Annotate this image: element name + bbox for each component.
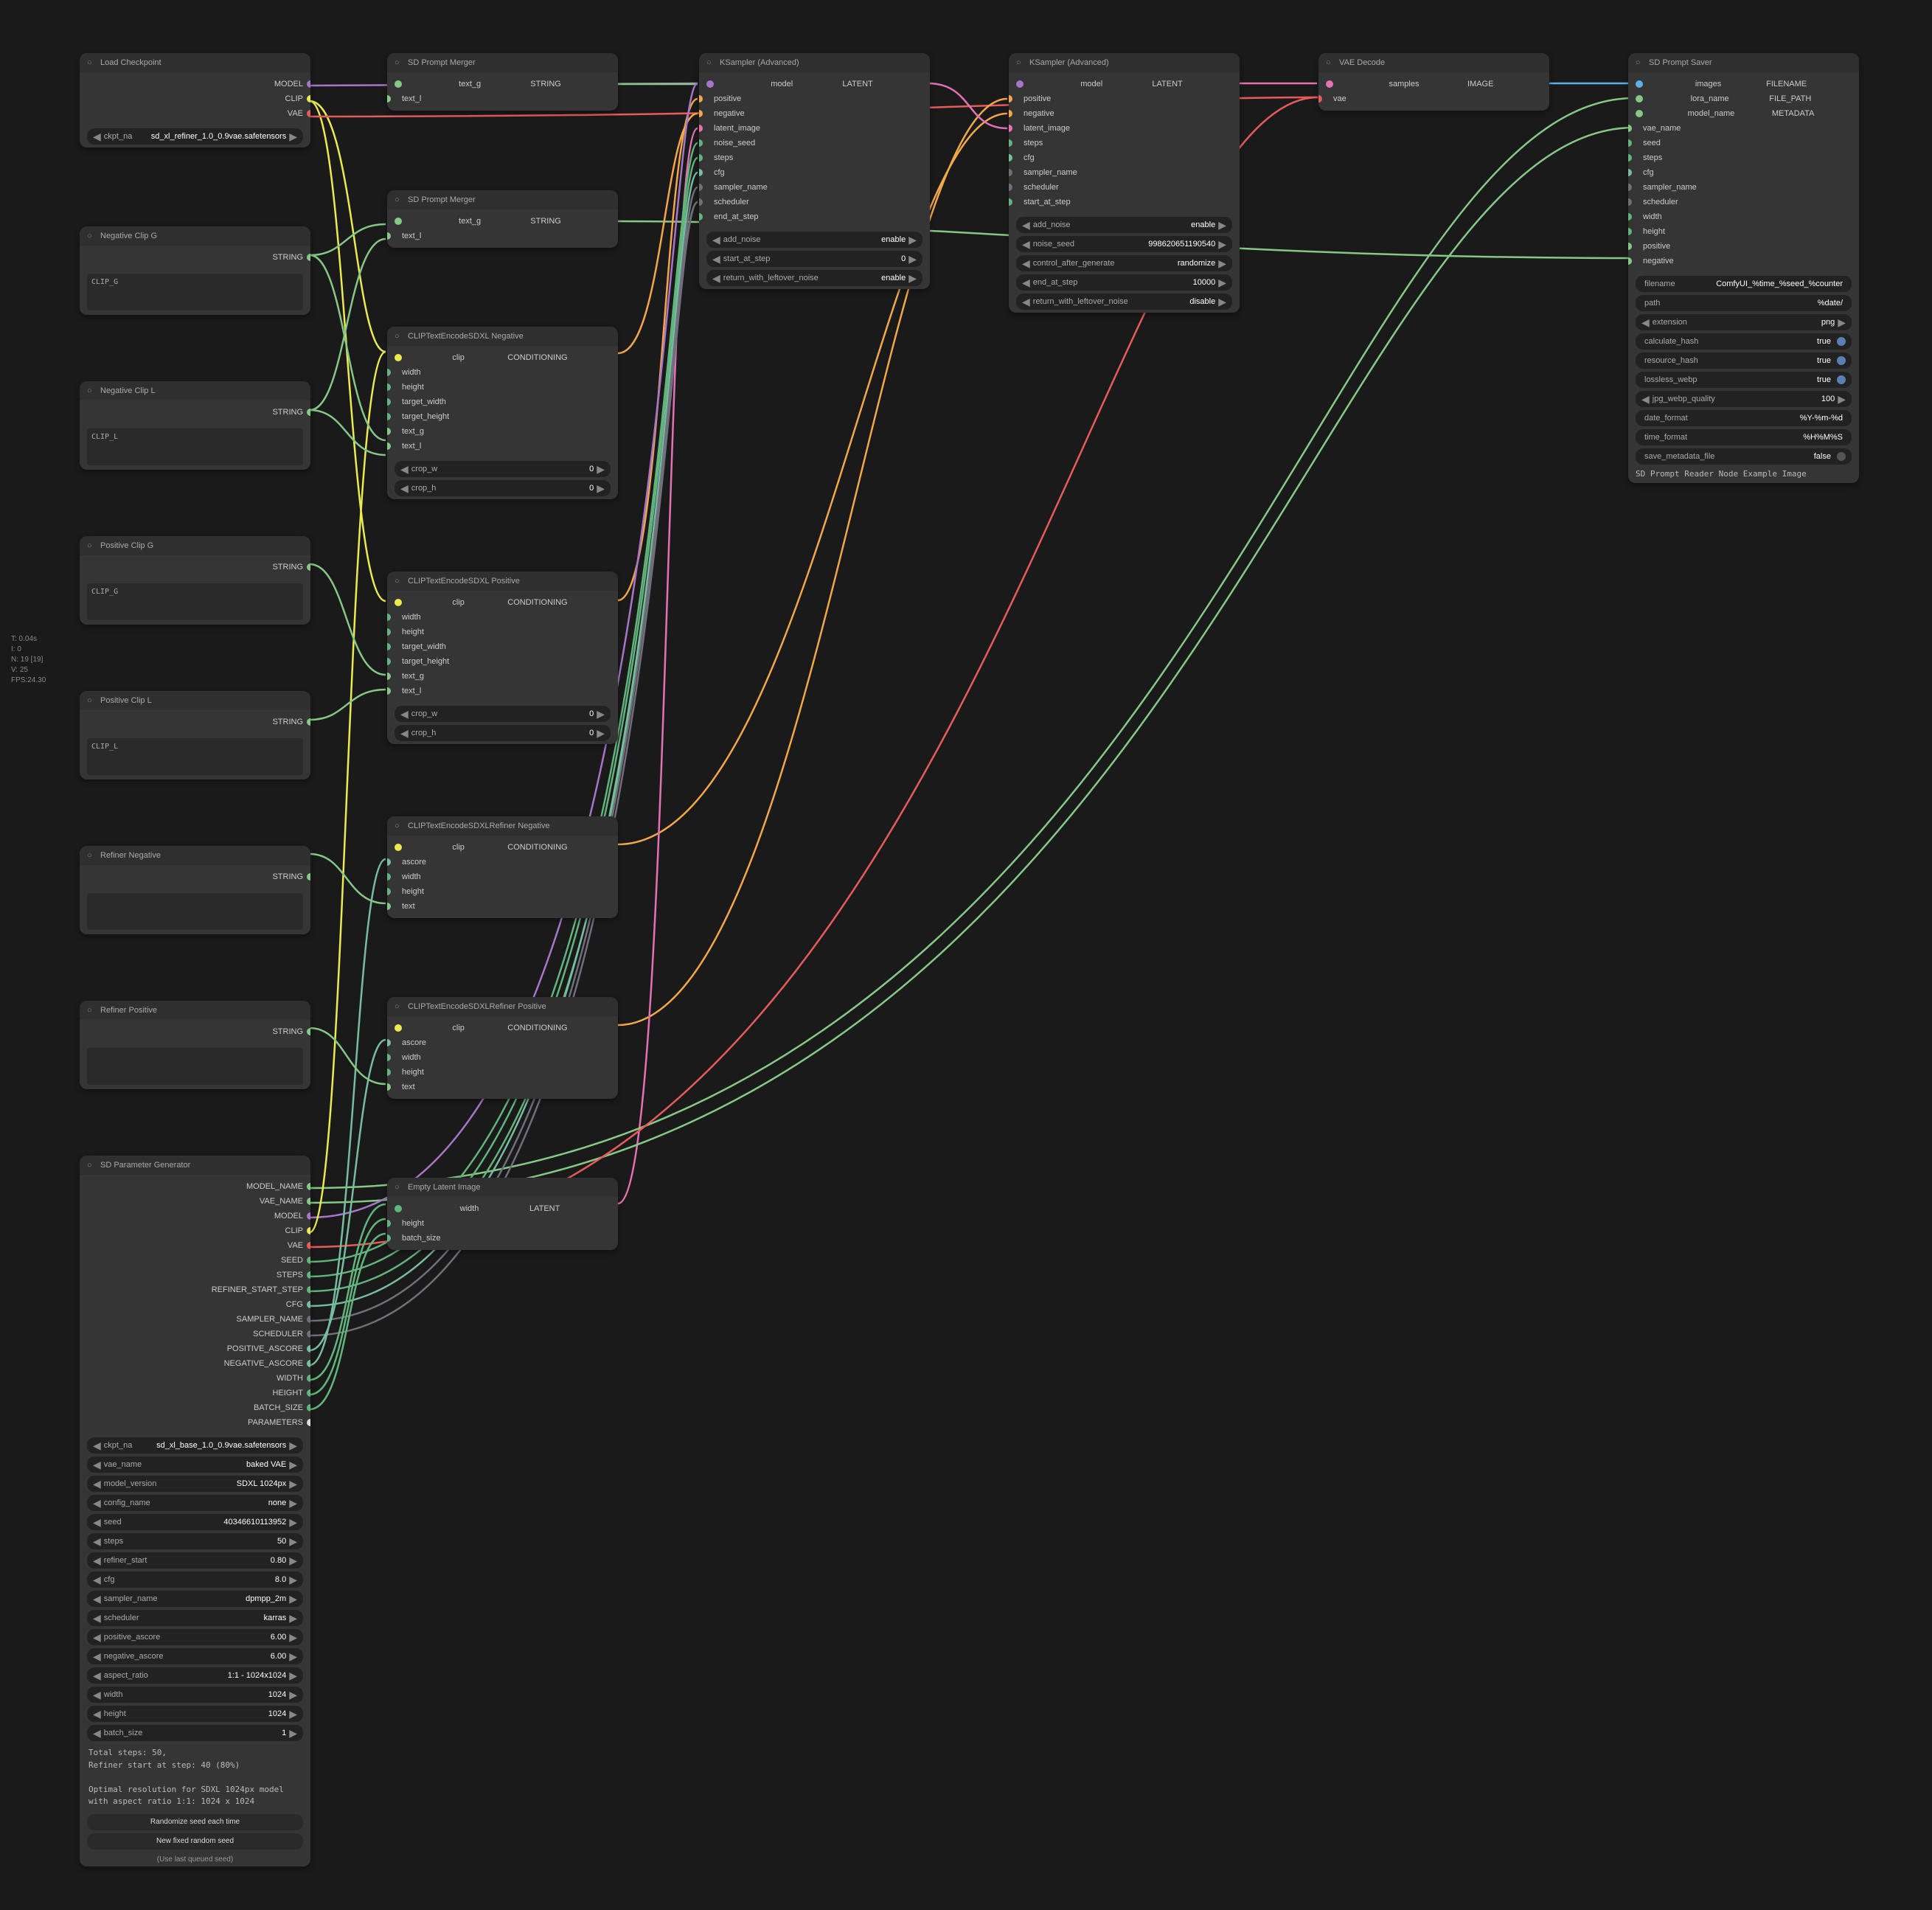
quality-widget[interactable]: ◀jpg_webp_quality100▶ (1636, 391, 1852, 407)
start-step-widget[interactable]: ◀start_at_step0▶ (706, 251, 922, 267)
date-format-widget[interactable]: date_format%Y-%m-%d (1636, 410, 1852, 426)
negative-ascore-widget[interactable]: ◀negative_ascore6.00▶ (87, 1648, 303, 1664)
end-step-widget[interactable]: ◀end_at_step10000▶ (1016, 274, 1232, 291)
text-input[interactable] (87, 1048, 303, 1085)
node-prompt-merger-2[interactable]: SD Prompt Merger text_gSTRING text_l (387, 190, 618, 248)
node-prompt-saver[interactable]: SD Prompt Saver imagesFILENAME lora_name… (1628, 53, 1859, 483)
node-title: CLIPTextEncodeSDXLRefiner Positive (408, 1002, 546, 1011)
preview-caption: SD Prompt Reader Node Example Image (1636, 469, 1852, 479)
node-title: CLIPTextEncodeSDXLRefiner Negative (408, 822, 550, 830)
node-clip-refiner-positive[interactable]: CLIPTextEncodeSDXLRefiner Positive clipC… (387, 997, 618, 1099)
crop-w-widget[interactable]: ◀crop_w0▶ (395, 461, 611, 477)
node-title: Positive Clip L (100, 696, 152, 705)
node-title: Positive Clip G (100, 541, 153, 550)
node-title: SD Prompt Saver (1649, 58, 1712, 67)
extension-widget[interactable]: ◀extensionpng▶ (1636, 314, 1852, 330)
node-title: Negative Clip G (100, 232, 157, 240)
resource-hash-widget[interactable]: resource_hashtrue (1636, 353, 1852, 369)
ckpt-name-widget[interactable]: ◀ckpt_nasd_xl_refiner_1.0_0.9vae.safeten… (87, 128, 303, 145)
node-title: Load Checkpoint (100, 58, 161, 67)
node-refiner-negative[interactable]: Refiner Negative STRING (80, 846, 310, 934)
config-name-widget[interactable]: ◀config_namenone▶ (87, 1495, 303, 1511)
use-last-seed-link[interactable]: (Use last queued seed) (80, 1852, 310, 1866)
save-metadata-widget[interactable]: save_metadata_filefalse (1636, 448, 1852, 465)
node-parameter-generator[interactable]: SD Parameter Generator MODEL_NAME VAE_NA… (80, 1156, 310, 1866)
node-title: Negative Clip L (100, 386, 156, 395)
node-title: VAE Decode (1339, 58, 1385, 67)
info-text: Total steps: 50, Refiner start at step: … (88, 1747, 302, 1808)
control-widget[interactable]: ◀control_after_generaterandomize▶ (1016, 255, 1232, 271)
node-refiner-positive[interactable]: Refiner Positive STRING (80, 1001, 310, 1089)
crop-w-widget[interactable]: ◀crop_w0▶ (395, 706, 611, 722)
lossless-widget[interactable]: lossless_webptrue (1636, 372, 1852, 388)
leftover-noise-widget[interactable]: ◀return_with_leftover_noisedisable▶ (1016, 294, 1232, 310)
cfg-widget[interactable]: ◀cfg8.0▶ (87, 1572, 303, 1588)
node-negative-clip-g[interactable]: Negative Clip G STRING CLIP_G (80, 226, 310, 315)
seed-widget[interactable]: ◀seed40346610113952▶ (87, 1514, 303, 1530)
leftover-noise-widget[interactable]: ◀return_with_leftover_noiseenable▶ (706, 270, 922, 286)
node-title: KSampler (Advanced) (720, 58, 799, 67)
time-format-widget[interactable]: time_format%H%M%S (1636, 429, 1852, 445)
node-title: SD Parameter Generator (100, 1161, 190, 1170)
sampler-name-widget[interactable]: ◀sampler_namedpmpp_2m▶ (87, 1591, 303, 1607)
node-clip-refiner-negative[interactable]: CLIPTextEncodeSDXLRefiner Negative clipC… (387, 816, 618, 918)
ckpt-widget[interactable]: ◀ckpt_nasd_xl_base_1.0_0.9vae.safetensor… (87, 1437, 303, 1454)
hash-widget[interactable]: calculate_hashtrue (1636, 333, 1852, 350)
text-input[interactable]: CLIP_L (87, 428, 303, 465)
new-fixed-seed-button[interactable]: New fixed random seed (87, 1833, 303, 1850)
node-prompt-merger-1[interactable]: SD Prompt Merger text_gSTRING text_l (387, 53, 618, 111)
node-positive-clip-l[interactable]: Positive Clip L STRING CLIP_L (80, 691, 310, 779)
node-ksampler-1[interactable]: KSampler (Advanced) modelLATENT positive… (699, 53, 930, 289)
node-title: Empty Latent Image (408, 1183, 480, 1192)
node-title: SD Prompt Merger (408, 58, 476, 67)
path-widget[interactable]: path%date/ (1636, 295, 1852, 311)
node-title: CLIPTextEncodeSDXL Positive (408, 577, 520, 586)
steps-widget[interactable]: ◀steps50▶ (87, 1533, 303, 1549)
crop-h-widget[interactable]: ◀crop_h0▶ (395, 480, 611, 496)
node-ksampler-2[interactable]: KSampler (Advanced) modelLATENT positive… (1009, 53, 1240, 313)
node-clip-sdxl-negative[interactable]: CLIPTextEncodeSDXL Negative clipCONDITIO… (387, 327, 618, 499)
text-input[interactable]: CLIP_G (87, 583, 303, 620)
batch-size-widget[interactable]: ◀batch_size1▶ (87, 1725, 303, 1741)
text-input[interactable]: CLIP_L (87, 738, 303, 775)
vae-name-widget[interactable]: ◀vae_namebaked VAE▶ (87, 1456, 303, 1473)
refiner-start-widget[interactable]: ◀refiner_start0.80▶ (87, 1552, 303, 1569)
height-widget[interactable]: ◀height1024▶ (87, 1706, 303, 1722)
scheduler-widget[interactable]: ◀schedulerkarras▶ (87, 1610, 303, 1626)
positive-ascore-widget[interactable]: ◀positive_ascore6.00▶ (87, 1629, 303, 1645)
add-noise-widget[interactable]: ◀add_noiseenable▶ (706, 232, 922, 248)
filename-widget[interactable]: filenameComfyUI_%time_%seed_%counter (1636, 276, 1852, 292)
add-noise-widget[interactable]: ◀add_noiseenable▶ (1016, 217, 1232, 233)
text-input[interactable] (87, 893, 303, 930)
node-clip-sdxl-positive[interactable]: CLIPTextEncodeSDXL Positive clipCONDITIO… (387, 572, 618, 744)
text-input[interactable]: CLIP_G (87, 274, 303, 310)
randomize-seed-button[interactable]: Randomize seed each time (87, 1814, 303, 1830)
width-widget[interactable]: ◀width1024▶ (87, 1687, 303, 1703)
node-title: KSampler (Advanced) (1029, 58, 1109, 67)
aspect-ratio-widget[interactable]: ◀aspect_ratio1:1 - 1024x1024▶ (87, 1667, 303, 1684)
perf-stats: T: 0.04sI: 0N: 19 [19]V: 25FPS:24.30 (11, 634, 46, 686)
node-load-checkpoint[interactable]: Load Checkpoint MODEL CLIP VAE ◀ckpt_nas… (80, 53, 310, 147)
node-title: Refiner Positive (100, 1006, 157, 1015)
node-empty-latent[interactable]: Empty Latent Image widthLATENT height ba… (387, 1178, 618, 1250)
node-vae-decode[interactable]: VAE Decode samplesIMAGE vae (1318, 53, 1549, 111)
node-positive-clip-g[interactable]: Positive Clip G STRING CLIP_G (80, 536, 310, 625)
model-version-widget[interactable]: ◀model_versionSDXL 1024px▶ (87, 1476, 303, 1492)
seed-widget[interactable]: ◀noise_seed998620651190540▶ (1016, 236, 1232, 252)
node-title: SD Prompt Merger (408, 195, 476, 204)
crop-h-widget[interactable]: ◀crop_h0▶ (395, 725, 611, 741)
node-title: CLIPTextEncodeSDXL Negative (408, 332, 524, 341)
node-title: Refiner Negative (100, 851, 161, 860)
node-negative-clip-l[interactable]: Negative Clip L STRING CLIP_L (80, 381, 310, 470)
